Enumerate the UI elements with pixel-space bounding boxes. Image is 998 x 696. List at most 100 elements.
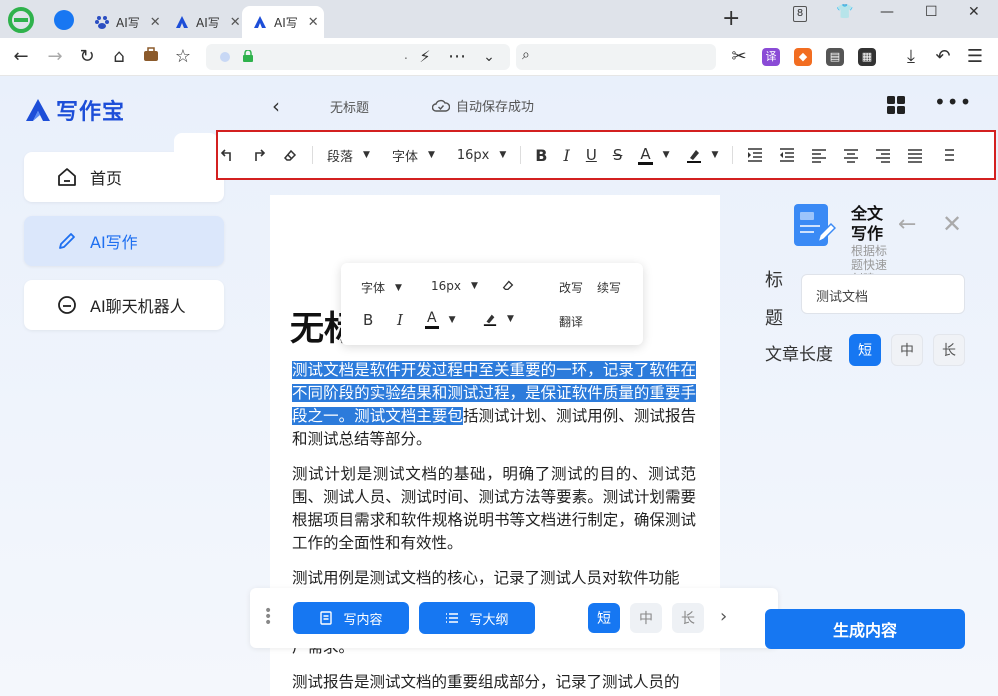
align-justify-icon[interactable] [899,141,931,169]
forward-arrow-icon[interactable]: → [44,46,66,68]
tab-ai-write-3-active[interactable]: AI写 ✕ [242,6,324,38]
italic-button[interactable]: I [556,141,578,169]
redo-icon[interactable] [242,141,274,169]
highlight-color-button[interactable]: ▼ [678,141,727,169]
paragraph[interactable]: 测试计划是测试文档的基础，明确了测试的目的、测试范围、测试人员、测试时间、测试方… [292,463,696,555]
sidebar-item-ai-chatbot[interactable]: AI聊天机器人 [24,280,224,330]
toolbar-handle [174,133,218,153]
indent-decrease-icon[interactable] [771,141,803,169]
paragraph[interactable]: 测试文档是软件开发过程中至关重要的一环，记录了软件在不同阶段的实验结果和测试过程… [292,359,696,451]
undo-icon[interactable] [218,141,242,169]
align-left-icon[interactable] [803,141,835,169]
caret-down-icon: ▼ [363,150,370,160]
write-content-button[interactable]: 写内容 [293,602,409,634]
article-length-medium[interactable]: 中 [891,334,923,366]
font-select[interactable]: 字体 ▼ [384,141,443,169]
close-icon[interactable]: ✕ [230,15,241,30]
download-icon[interactable]: ⤓ [900,46,922,68]
undo-icon[interactable]: ↶ [932,46,954,68]
float-font-select[interactable]: 字体 ▼ [361,279,402,296]
translate-icon[interactable]: 译 [762,48,780,66]
writing-logo-icon [26,99,50,121]
home-icon[interactable]: ⌂ [108,46,130,68]
tab-label: AI写 [116,15,140,30]
eraser-icon[interactable] [274,141,306,169]
chevron-down-icon[interactable]: ⌄ [478,46,500,68]
length-short-button[interactable]: 短 [588,603,620,633]
bold-button[interactable]: B [363,311,373,329]
continue-write-button[interactable]: 续写 [597,279,621,296]
article-length-short[interactable]: 短 [849,334,881,366]
back-arrow-icon[interactable]: ← [10,46,32,68]
caret-down-icon: ▼ [395,282,402,293]
sidebar-item-ai-writing[interactable]: AI写作 [24,216,224,266]
font-color-button[interactable]: A ▼ [425,310,456,329]
rewrite-button[interactable]: 改写 [559,279,583,296]
font-size-select[interactable]: 16px ▼ [449,141,514,169]
font-color-label: A [425,310,439,329]
close-icon[interactable]: ✕ [942,210,962,238]
maximize-icon[interactable]: ☐ [925,4,938,20]
pinned-tab-send-icon[interactable] [54,10,74,30]
write-outline-button[interactable]: 写大纲 [419,602,535,634]
favorites-icon[interactable]: ☆ [172,46,194,68]
tab-ai-write-2[interactable]: AI写 ✕ [164,6,241,38]
indent-increase-icon[interactable] [739,141,771,169]
highlighter-icon [483,314,497,326]
align-right-icon[interactable] [867,141,899,169]
strikethrough-button[interactable]: S [605,141,631,169]
title-input[interactable]: 测试文档 [801,274,965,314]
menu-icon[interactable]: ☰ [964,46,986,68]
reader-icon[interactable]: ▤ [826,48,844,66]
logo-text: 写作宝 [56,100,126,125]
apps-icon[interactable]: ▦ [858,48,876,66]
generate-content-button[interactable]: 生成内容 [765,609,965,649]
reload-icon[interactable]: ↻ [76,46,98,68]
minimize-icon[interactable]: — [880,4,894,20]
article-length-long[interactable]: 长 [933,334,965,366]
briefcase-icon[interactable] [140,46,162,68]
more-dots-icon[interactable]: ⋯ [446,46,468,68]
scissors-icon[interactable]: ✂ [728,46,750,68]
highlight-color-button[interactable]: ▼ [483,311,514,327]
underline-button[interactable]: U [578,141,605,169]
new-tab-button[interactable]: + [722,8,740,30]
paragraph[interactable]: 测试用例是测试文档的核心，记录了测试人员对软件功能 [292,567,696,590]
browser-logo-icon[interactable] [8,7,34,33]
document-title[interactable]: 无标题 [330,97,369,116]
paragraph-select[interactable]: 段落 ▼ [319,141,378,169]
drag-handle-icon[interactable]: • • • [264,604,272,630]
close-icon[interactable]: ✕ [308,15,319,30]
more-options-icon[interactable]: ••• [934,90,972,114]
back-arrow-icon[interactable]: ← [898,212,916,237]
tab-ai-write-1[interactable]: AI写 ✕ [84,6,161,38]
align-center-icon[interactable] [835,141,867,169]
eraser-icon[interactable] [501,278,515,292]
shirt-icon[interactable]: 👕 [836,4,853,20]
translate-button[interactable]: 翻译 [559,313,583,330]
document-edit-icon [794,204,836,246]
tab-count-badge[interactable]: 8 [793,6,807,22]
length-long-button[interactable]: 长 [672,603,704,633]
selection-toolbar: 字体 ▼ 16px ▼ 改写 续写 B I A ▼ ▼ 翻译 [341,263,643,345]
chevron-right-icon[interactable]: › [720,606,727,627]
sidebar-item-home[interactable]: 首页 [24,152,224,202]
close-icon[interactable]: ✕ [150,15,161,30]
close-window-icon[interactable]: ✕ [968,4,980,20]
float-size-select[interactable]: 16px ▼ [431,279,478,293]
grid-view-icon[interactable] [886,95,906,115]
app-logo[interactable]: 写作宝 [24,94,125,126]
lightning-icon[interactable]: ⚡ [414,46,436,68]
search-input[interactable]: ⌕ [516,44,716,70]
list-icon [446,613,459,623]
paragraph[interactable]: 测试报告是测试文档的重要组成部分，记录了测试人员的 [292,671,696,694]
back-chevron-icon[interactable]: ‹ [272,94,280,118]
italic-button[interactable]: I [397,311,403,329]
caret-down-icon: ▼ [471,281,478,291]
font-color-button[interactable]: A ▼ [630,141,677,169]
bold-button[interactable]: B [527,141,555,169]
caret-down-icon: ▼ [448,314,456,325]
line-spacing-icon[interactable] [931,141,963,169]
length-medium-button[interactable]: 中 [630,603,662,633]
game-icon[interactable]: ◆ [794,48,812,66]
